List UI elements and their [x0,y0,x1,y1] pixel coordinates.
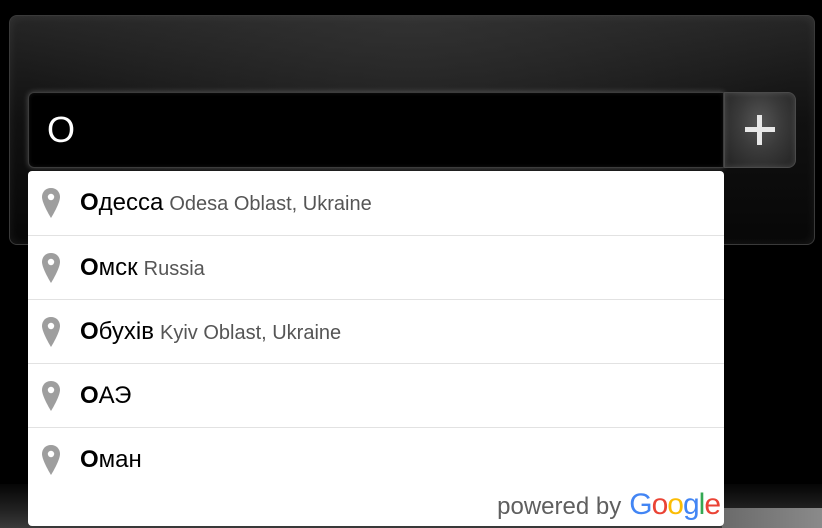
suggestion-match: О [80,381,99,409]
suggestion-main: ман [98,446,142,473]
plus-icon [745,115,775,145]
google-logo-letter: o [667,488,684,521]
suggestion-text: ОАЭ [80,382,131,410]
suggestion-match: О [80,253,99,281]
google-logo: Google [629,488,721,522]
suggestion-main: бухів [98,317,154,345]
google-logo-letter: G [629,488,652,521]
map-pin-icon [42,188,60,218]
city-search-input[interactable] [29,93,723,167]
google-attribution: powered by Google [497,488,721,522]
google-logo-letter: e [704,488,721,521]
suggestion-item[interactable]: Одесса Odesa Oblast, Ukraine [28,171,724,236]
suggestion-match: О [80,446,99,473]
map-pin-icon [42,445,60,475]
map-pin-icon [42,380,60,411]
google-logo-letter: g [682,488,700,521]
suggestion-item[interactable]: ОАЭ [28,364,724,428]
suggestion-item[interactable]: Омск Russia [28,236,724,300]
autocomplete-dropdown: Одесса Odesa Oblast, Ukraine Омск Russia О… [28,171,724,526]
suggestion-main: АЭ [98,381,132,409]
page-bottom-strip-highlight [722,508,822,528]
suggestion-secondary: Odesa Oblast, Ukraine [169,193,372,215]
suggestion-item[interactable]: Обухів Kyiv Oblast, Ukraine [28,300,724,364]
suggestion-main: десса [98,189,164,216]
add-city-button[interactable] [724,92,796,168]
suggestion-match: О [80,189,99,216]
powered-by-label: powered by [497,493,622,520]
suggestion-secondary: Kyiv Oblast, Ukraine [159,321,342,344]
suggestion-text: Омск Russia [80,254,205,282]
suggestion-item[interactable]: Оман [28,428,724,492]
suggestion-match: О [80,317,99,345]
suggestion-secondary: Russia [143,257,205,280]
google-logo-letter: o [651,488,669,521]
map-pin-icon [42,316,60,347]
map-pin-icon [42,252,60,283]
suggestion-main: мск [98,253,138,281]
city-search-box[interactable] [28,92,724,168]
suggestion-text: Оман [80,446,142,474]
suggestion-text: Одесса Odesa Oblast, Ukraine [80,189,372,217]
suggestion-text: Обухів Kyiv Oblast, Ukraine [80,318,341,346]
